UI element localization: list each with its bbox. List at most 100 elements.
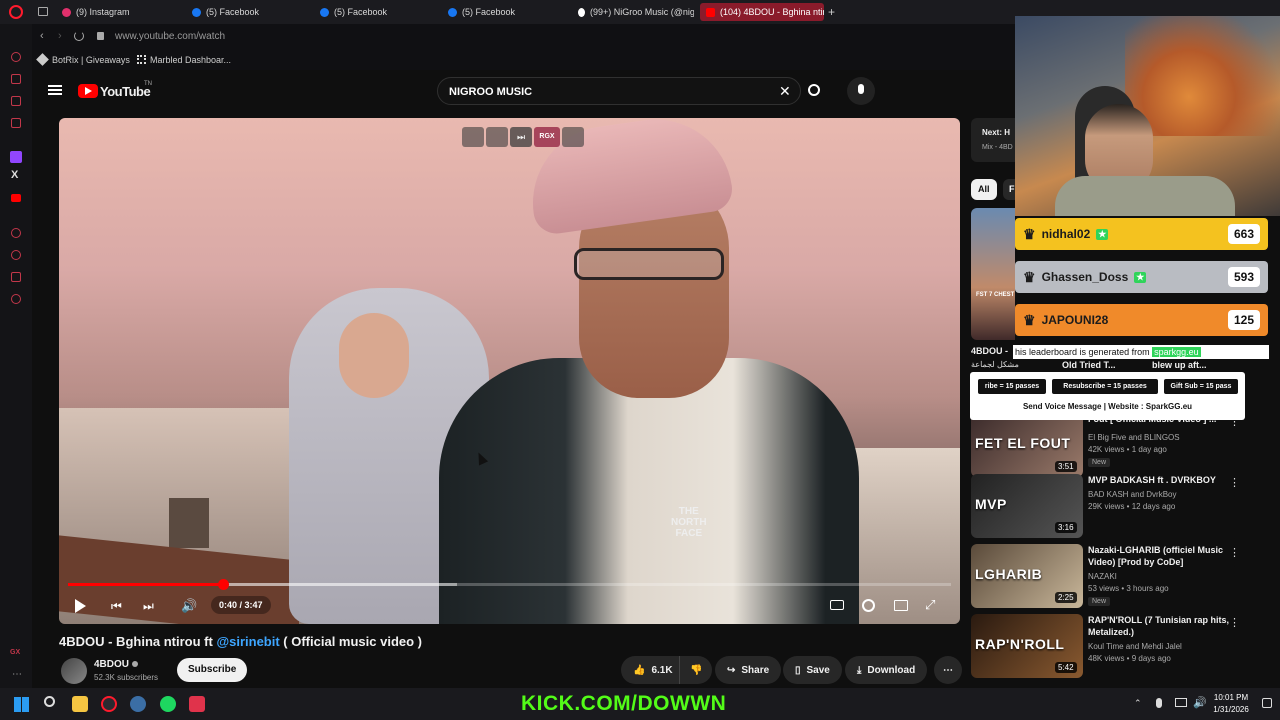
- subscribe-button[interactable]: Subscribe: [177, 658, 248, 682]
- crown-icon: ♛: [1023, 225, 1036, 242]
- previous-icon[interactable]: ⏮: [111, 599, 122, 614]
- theater-mode-icon[interactable]: [894, 600, 908, 611]
- download-button[interactable]: ⤓ Download: [845, 656, 928, 684]
- save-button[interactable]: ▯ Save: [783, 656, 842, 684]
- duration-badge: 5:42: [1055, 662, 1077, 673]
- recommended-thumb-partial[interactable]: FST 7 CHEST: [971, 208, 1015, 340]
- twitch-icon[interactable]: [10, 151, 22, 163]
- bag-icon[interactable]: [11, 74, 21, 84]
- forward-icon[interactable]: ›: [58, 30, 62, 42]
- popout-icon[interactable]: [462, 127, 484, 147]
- fullscreen-icon[interactable]: ⤢: [925, 597, 935, 613]
- tab-tiktok[interactable]: (99+) NiGroo Music (@nig: [572, 3, 694, 21]
- tab-instagram[interactable]: (9) Instagram: [56, 3, 178, 21]
- voice-search-button[interactable]: [847, 77, 875, 105]
- play-icon[interactable]: [75, 599, 86, 613]
- channel-name[interactable]: 4BDOU: [94, 659, 129, 670]
- youtube-logo-text[interactable]: YouTube: [100, 84, 151, 99]
- file-explorer-icon[interactable]: [72, 696, 88, 712]
- settings-gear-icon[interactable]: [862, 599, 875, 612]
- more-options-icon[interactable]: ⋮: [1229, 616, 1240, 629]
- cube-icon[interactable]: [11, 272, 21, 282]
- progress-track[interactable]: [68, 579, 951, 590]
- windows-start-icon[interactable]: [14, 697, 29, 712]
- gx-icon[interactable]: GX: [10, 649, 20, 656]
- messenger-icon[interactable]: [11, 96, 21, 106]
- leaderboard-name: nidhal02: [1041, 227, 1091, 241]
- opera-logo-icon[interactable]: [9, 5, 23, 19]
- tab-facebook-2[interactable]: (5) Facebook: [314, 3, 436, 21]
- channel-avatar[interactable]: [61, 658, 87, 684]
- pocket-app-icon[interactable]: [189, 696, 205, 712]
- notifications-icon[interactable]: [1262, 698, 1272, 708]
- tab-overview-icon[interactable]: [38, 7, 48, 16]
- new-tab-button[interactable]: +: [828, 5, 835, 19]
- rgx-button[interactable]: RGX: [534, 127, 560, 147]
- recommended-title-partial[interactable]: 4BDOU -: [971, 346, 1008, 356]
- leaderboard-source-note: his leaderboard is generated from sparkg…: [1013, 345, 1269, 359]
- share-button[interactable]: ↪ Share: [715, 656, 782, 684]
- x-twitter-icon[interactable]: X: [11, 169, 18, 181]
- video-player[interactable]: THE NORTH FACE ⏭ RGX ⏮ ⏭ 🔊 0:40 / 3:47 ⤢: [59, 118, 960, 624]
- steam-icon[interactable]: [130, 696, 146, 712]
- menu-icon[interactable]: [48, 85, 62, 87]
- recommended-video[interactable]: FET EL FOUT3:51Fout [ Official Music Vid…: [971, 413, 1271, 477]
- channel-name[interactable]: El Big Five and BLINGOS: [1088, 433, 1180, 442]
- url-text[interactable]: www.youtube.com/watch: [115, 31, 225, 42]
- bookmark-marbled[interactable]: Marbled Dashboar...: [150, 55, 231, 65]
- search-input[interactable]: NIGROO MUSIC: [449, 86, 532, 98]
- captions-icon[interactable]: [830, 600, 844, 610]
- clock-icon[interactable]: [11, 228, 21, 238]
- spotify-icon[interactable]: [160, 696, 176, 712]
- video-title[interactable]: MVP BADKASH ft . DVRKBOY: [1088, 474, 1248, 486]
- channel-name[interactable]: NAZAKI: [1088, 572, 1117, 581]
- hidden-title-1[interactable]: Old Tried T...: [1062, 360, 1116, 370]
- history-icon[interactable]: [11, 52, 21, 62]
- tab-youtube-active[interactable]: (104) 4BDOU - Bghina ntir: [700, 3, 824, 21]
- chip-all[interactable]: All: [971, 179, 997, 200]
- channel-name[interactable]: BAD KASH and DvrkBoy: [1088, 490, 1176, 499]
- reload-icon[interactable]: [74, 31, 84, 41]
- mention-link[interactable]: @sirinebit: [216, 634, 279, 649]
- video-title[interactable]: RAP'N'ROLL (7 Tunisian rap hits, Metaliz…: [1088, 614, 1248, 638]
- search-box[interactable]: NIGROO MUSIC ✕: [437, 77, 801, 105]
- video-title[interactable]: Nazaki-LGHARIB (officiel Music Video) [P…: [1088, 544, 1248, 568]
- enter-icon[interactable]: [486, 127, 508, 147]
- recommended-video[interactable]: MVP 3:16 MVP BADKASH ft . DVRKBOY BAD KASH …: [971, 474, 1271, 538]
- tab-facebook-3[interactable]: (5) Facebook: [442, 3, 564, 21]
- youtube-icon: [706, 7, 715, 17]
- youtube-logo-icon[interactable]: [78, 84, 98, 98]
- pip-icon[interactable]: [562, 127, 584, 147]
- tray-volume-icon[interactable]: 🔊: [1193, 696, 1207, 709]
- back-icon[interactable]: ‹: [40, 30, 44, 42]
- more-icon[interactable]: ⋯: [12, 669, 22, 680]
- opera-gx-taskbar-icon[interactable]: [101, 696, 117, 712]
- more-actions-button[interactable]: ⋯: [934, 656, 962, 684]
- tray-network-icon[interactable]: [1175, 698, 1187, 707]
- taskbar-search-icon[interactable]: [44, 696, 55, 707]
- timer-icon[interactable]: [11, 250, 21, 260]
- clear-search-icon[interactable]: ✕: [779, 83, 791, 100]
- search-icon[interactable]: [808, 84, 820, 96]
- more-options-icon[interactable]: ⋮: [1229, 476, 1240, 489]
- skip-icon[interactable]: ⏭: [510, 127, 532, 147]
- channel-name[interactable]: Koul Time and Mehdi Jalel: [1088, 642, 1182, 651]
- tray-date[interactable]: 1/31/2026: [1211, 705, 1251, 714]
- youtube-sidebar-icon[interactable]: [11, 194, 21, 202]
- recommended-sub-partial: مشكل لجماعة: [971, 360, 1019, 369]
- tray-mic-icon[interactable]: [1156, 698, 1162, 708]
- music-icon[interactable]: [11, 118, 21, 128]
- hidden-title-2[interactable]: blew up aft...: [1152, 360, 1207, 370]
- dislike-button[interactable]: 👎: [679, 656, 713, 684]
- settings-icon[interactable]: [11, 294, 21, 304]
- more-options-icon[interactable]: ⋮: [1229, 546, 1240, 559]
- like-button[interactable]: 👍 6.1K: [621, 656, 685, 684]
- next-icon[interactable]: ⏭: [143, 599, 154, 614]
- tab-facebook-1[interactable]: (5) Facebook: [186, 3, 308, 21]
- bookmark-botrix[interactable]: BotRix | Giveaways: [52, 55, 130, 65]
- tray-time[interactable]: 10:01 PM: [1213, 693, 1249, 702]
- tray-chevron-icon[interactable]: ⌃: [1134, 698, 1142, 709]
- recommended-video[interactable]: RAP'N'ROLL 5:42 RAP'N'ROLL (7 Tunisian rap…: [971, 614, 1271, 678]
- recommended-video[interactable]: LGHARIB 2:25 Nazaki-LGHARIB (officiel Musi…: [971, 544, 1271, 608]
- volume-icon[interactable]: 🔊: [181, 598, 197, 614]
